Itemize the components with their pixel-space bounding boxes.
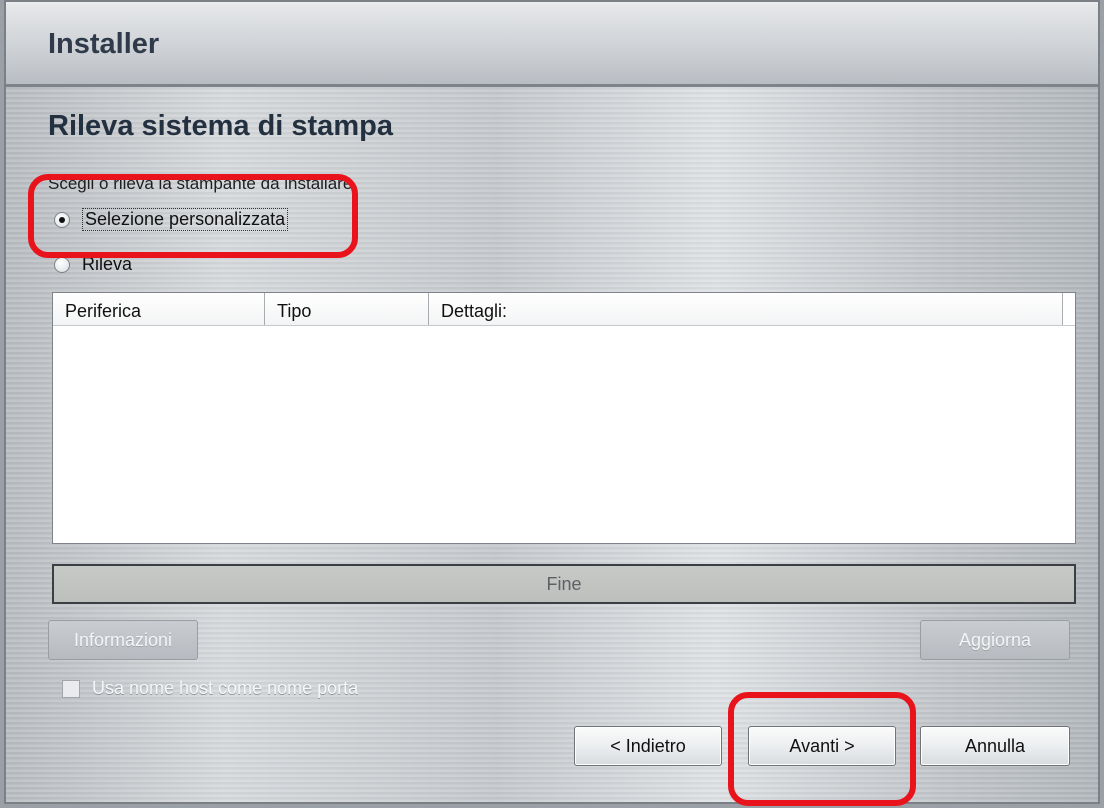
back-button[interactable]: < Indietro [574,726,722,766]
status-text: Fine [546,573,582,594]
column-header-device[interactable]: Periferica [53,293,265,325]
refresh-button[interactable]: Aggiorna [920,620,1070,660]
device-list-header: Periferica Tipo Dettagli: [53,293,1075,326]
status-bar: Fine [52,564,1076,604]
title-bar: Installer [6,2,1098,87]
info-button[interactable]: Informazioni [48,620,198,660]
column-header-type[interactable]: Tipo [265,293,429,325]
highlight-annotation-radio [28,174,358,258]
installer-window: Installer Rileva sistema di stampa Scegl… [4,0,1100,806]
device-list[interactable]: Periferica Tipo Dettagli: [52,292,1076,544]
page-title: Rileva sistema di stampa [48,110,393,142]
checkbox-icon[interactable] [62,679,80,698]
use-hostname-label: Usa nome host come nome porta [92,678,359,698]
highlight-annotation-next [728,692,916,806]
column-header-details[interactable]: Dettagli: [429,293,1063,325]
use-hostname-checkbox-row[interactable]: Usa nome host come nome porta [62,678,358,699]
cancel-button[interactable]: Annulla [920,726,1070,766]
window-title: Installer [48,28,160,60]
radio-unselected-icon[interactable] [54,256,70,273]
